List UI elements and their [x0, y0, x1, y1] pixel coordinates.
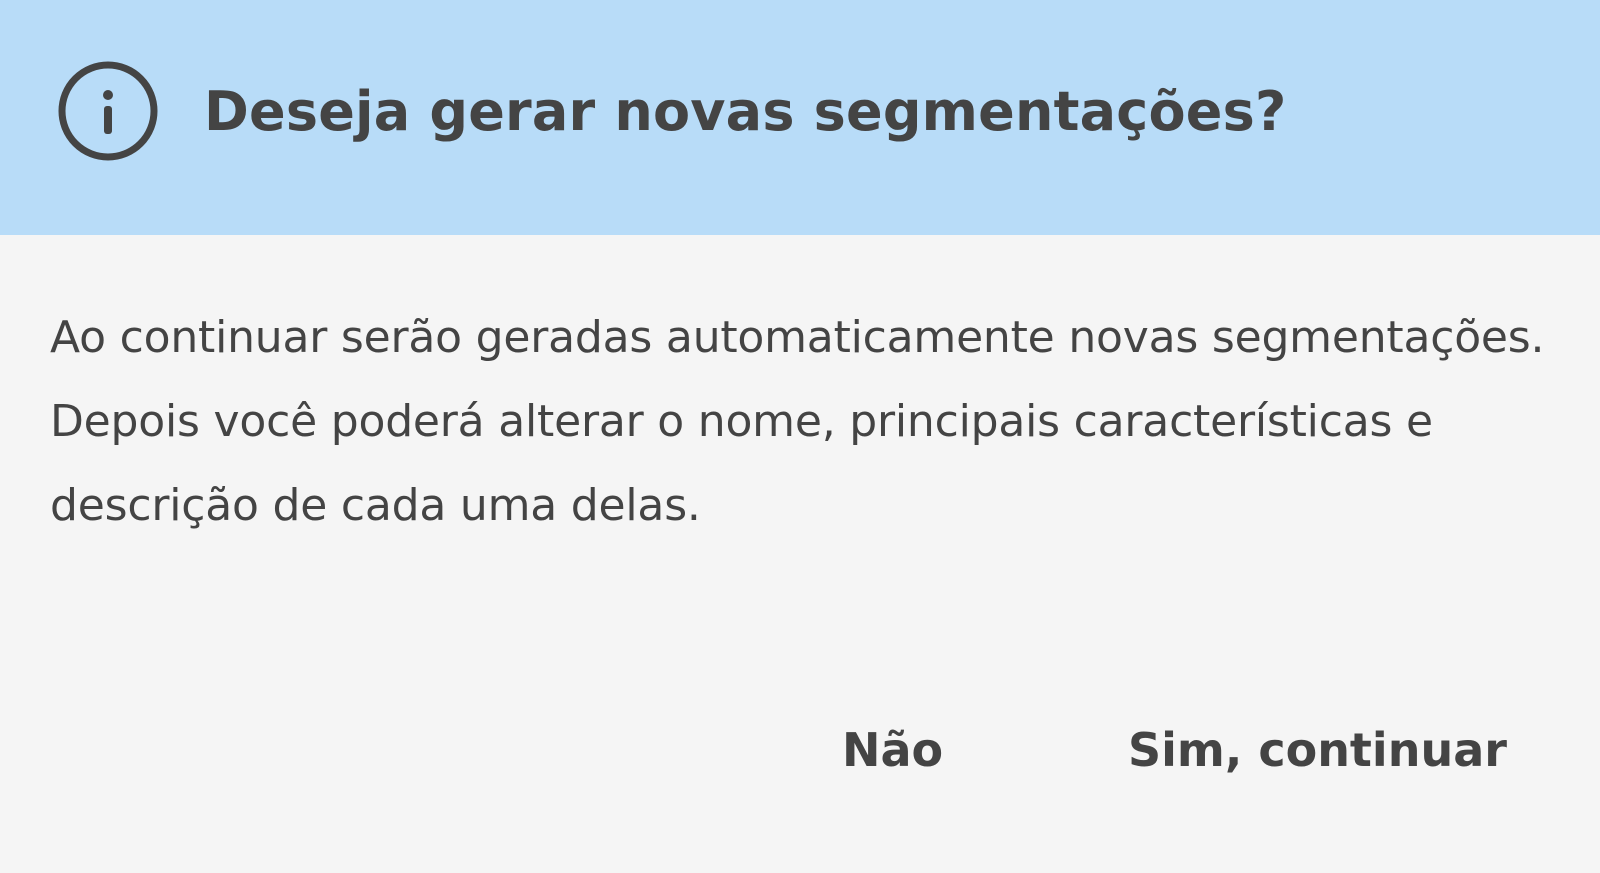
dialog-message: Ao continuar serão geradas automaticamen… — [50, 312, 1545, 531]
dialog-title: Deseja gerar novas segmentações? — [204, 80, 1287, 143]
info-icon — [58, 61, 162, 165]
dialog-actions: Não Sim, continuar — [0, 710, 1600, 790]
yes-continue-button[interactable]: Sim, continuar — [1128, 710, 1507, 790]
no-button[interactable]: Não — [842, 710, 943, 790]
confirmation-dialog: Deseja gerar novas segmentações? Ao cont… — [0, 0, 1600, 873]
dialog-header: Deseja gerar novas segmentações? — [0, 0, 1600, 235]
